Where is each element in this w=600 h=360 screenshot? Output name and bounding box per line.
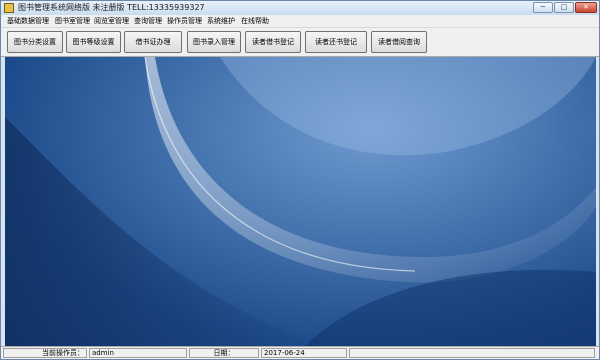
status-empty-panel xyxy=(349,348,595,358)
menu-library-room[interactable]: 图书室管理 xyxy=(55,16,90,26)
window-title: 图书管理系统网络版 未注册版 TELL:13335939327 xyxy=(18,3,205,12)
close-button[interactable]: ✕ xyxy=(575,2,597,13)
operator-value: admin xyxy=(89,348,187,358)
background-wallpaper xyxy=(5,57,596,346)
book-level-button[interactable]: 图书等级设置 xyxy=(66,31,121,53)
menu-basic-data[interactable]: 基础数据管理 xyxy=(7,16,49,26)
title-bar[interactable]: 图书管理系统网络版 未注册版 TELL:13335939327 ─ □ ✕ xyxy=(1,1,599,15)
maximize-button[interactable]: □ xyxy=(554,2,574,13)
menu-help[interactable]: 在线帮助 xyxy=(241,16,269,26)
menu-query[interactable]: 查询管理 xyxy=(134,16,162,26)
main-window: 图书管理系统网络版 未注册版 TELL:13335939327 ─ □ ✕ 基础… xyxy=(0,0,600,360)
borrow-query-button[interactable]: 读者借阅查询 xyxy=(371,31,427,53)
date-label: 日期： xyxy=(189,348,259,358)
date-value: 2017-06-24 xyxy=(261,348,347,358)
book-category-button[interactable]: 图书分类设置 xyxy=(7,31,63,53)
menu-reading-room[interactable]: 阅览室管理 xyxy=(94,16,129,26)
book-entry-button[interactable]: 图书录入管理 xyxy=(187,31,241,53)
menu-bar: 基础数据管理 图书室管理 阅览室管理 查询管理 操作员管理 系统维护 在线帮助 xyxy=(1,15,599,28)
borrow-register-button[interactable]: 读者借书登记 xyxy=(245,31,301,53)
library-card-button[interactable]: 借书证办理 xyxy=(124,31,182,53)
lower-right-shade xyxy=(305,269,596,346)
minimize-button[interactable]: ─ xyxy=(533,2,553,13)
toolbar: 图书分类设置 图书等级设置 借书证办理 图书录入管理 读者借书登记 读者还书登记… xyxy=(1,28,599,57)
operator-label: 当前操作员： xyxy=(3,348,87,358)
app-icon xyxy=(4,3,14,13)
mdi-background xyxy=(5,57,596,346)
menu-maintenance[interactable]: 系统维护 xyxy=(207,16,235,26)
menu-operator[interactable]: 操作员管理 xyxy=(167,16,202,26)
return-register-button[interactable]: 读者还书登记 xyxy=(305,31,367,53)
upper-highlight xyxy=(220,57,596,156)
status-bar: 当前操作员： admin 日期： 2017-06-24 xyxy=(1,346,599,359)
